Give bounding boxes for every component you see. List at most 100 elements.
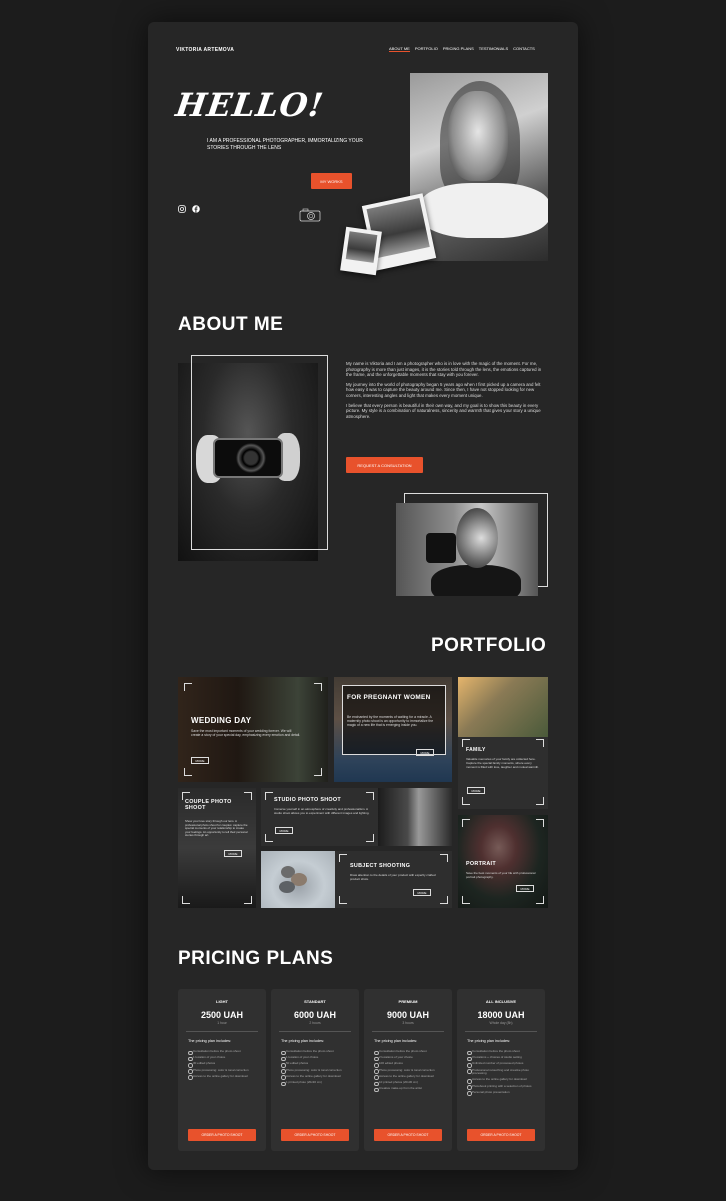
portfolio-pregnant[interactable]: FOR PREGNANT WOMEN Be enchanted by the m… <box>334 677 452 782</box>
about-paragraph: My journey into the world of photography… <box>346 381 541 398</box>
nav-portfolio[interactable]: PORTFOLIO <box>415 46 438 52</box>
portfolio-portrait[interactable]: PORTRAIT Save the best moments of your l… <box>458 815 548 908</box>
divider <box>186 1031 258 1032</box>
plan-feature: 30 edited photos <box>188 1062 258 1068</box>
order-photo-shoot-button[interactable]: ORDER A PHOTO SHOOT <box>467 1129 535 1141</box>
plan-feature: 3 locations + choices of studio setting <box>467 1056 537 1061</box>
plan-duration: 3 hours <box>402 1021 414 1025</box>
plan-feature: Creative make-up from the artist <box>374 1087 444 1092</box>
about-title: ABOUT ME <box>178 314 284 335</box>
pricing-title: PRICING PLANS <box>178 948 334 969</box>
nav-about[interactable]: ABOUT ME <box>389 46 410 52</box>
divider <box>279 1031 351 1032</box>
pregnant-more-button[interactable]: MORE <box>416 749 434 756</box>
plan-price: 6000 UAH <box>293 1010 337 1020</box>
portfolio-subject[interactable]: SUBJECT SHOOTING Draw attention to the d… <box>335 851 452 908</box>
order-photo-shoot-button[interactable]: ORDER A PHOTO SHOOT <box>281 1129 349 1141</box>
plan-all-inclusive: ALL INCLUSIVE 18000 UAH Whole day (8h) T… <box>457 989 545 1151</box>
plan-feature: 50 edited photos <box>281 1062 351 1068</box>
pregnant-title: FOR PREGNANT WOMEN <box>347 694 431 701</box>
family-text: Valuable memories of your family are col… <box>466 757 540 769</box>
plan-feature: Consultation before the photo shoot <box>374 1049 444 1055</box>
portfolio-family-photo <box>458 677 548 737</box>
request-consultation-button[interactable]: REQUEST A CONSULTATION <box>346 457 423 473</box>
hero-title: HELLO! <box>173 86 327 124</box>
plan-feature: Consultation before the photo shoot <box>188 1049 258 1055</box>
wedding-more-button[interactable]: MORE <box>191 757 209 764</box>
portfolio-family[interactable]: FAMILY Valuable memories of your family … <box>458 737 548 809</box>
plan-feature: 10 printed photos (20x30 cm) <box>374 1080 444 1086</box>
plan-feature: Photo processing: color & tonal correcti… <box>281 1068 351 1074</box>
logo[interactable]: VIKTORIA ARTEMOVA <box>176 47 234 53</box>
plan-feature: Professional retouching and creative pho… <box>467 1068 537 1076</box>
portrait-text: Save the best moments of your life with … <box>466 871 536 879</box>
plan-feature: Access to the online gallery for downloa… <box>374 1074 444 1080</box>
main-nav: ABOUT ME PORTFOLIO PRICING PLANS TESTIMO… <box>389 46 535 52</box>
instagram-icon[interactable] <box>178 205 186 213</box>
portfolio-couple[interactable]: COUPLE PHOTO SHOOT Show your love story … <box>178 788 256 908</box>
plan-feature: Unlimited number of processed photos <box>467 1062 537 1068</box>
my-works-button[interactable]: MY WORKS <box>311 173 352 189</box>
couple-more-button[interactable]: MORE <box>224 850 242 857</box>
plan-duration: 1 hour <box>217 1021 227 1025</box>
order-photo-shoot-button[interactable]: ORDER A PHOTO SHOOT <box>188 1129 256 1141</box>
divider <box>465 1031 537 1032</box>
plan-includes-label: The pricing plan includes: <box>467 1039 511 1043</box>
family-more-button[interactable]: MORE <box>467 787 485 794</box>
about-paragraph: My name is Viktoria and I am a photograp… <box>346 361 542 378</box>
facebook-icon[interactable] <box>192 205 200 213</box>
portfolio-wedding[interactable]: WEDDING DAY Save the most important mome… <box>178 677 328 782</box>
plan-feature: Access to the online gallery for downloa… <box>281 1074 351 1080</box>
divider <box>372 1031 444 1032</box>
polaroid-photo-small <box>340 226 382 276</box>
pregnant-text: Be enchanted by the moments of waiting f… <box>347 715 434 728</box>
plan-name: ALL INCLUSIVE <box>485 999 517 1004</box>
plan-feature: Photobook printing with a selection of p… <box>467 1084 537 1090</box>
plan-name: STANDART <box>304 999 326 1004</box>
nav-testimonials[interactable]: TESTIMONIALS <box>479 46 508 52</box>
subject-more-button[interactable]: MORE <box>413 889 431 896</box>
plan-includes-label: The pricing plan includes: <box>281 1039 325 1043</box>
portrait-title: PORTRAIT <box>466 861 496 867</box>
family-title: FAMILY <box>466 747 486 753</box>
plan-price: 9000 UAH <box>386 1010 430 1020</box>
plan-name: LIGHT <box>216 999 228 1004</box>
plan-price: 2500 UAH <box>200 1010 244 1020</box>
plan-price: 18000 UAH <box>477 1010 525 1020</box>
wedding-title: WEDDING DAY <box>191 716 252 725</box>
plan-features: Consultation before the photo shoot 1 lo… <box>188 1049 258 1081</box>
plan-duration: 2 hours <box>309 1021 321 1025</box>
nav-contacts[interactable]: CONTACTS <box>513 46 535 52</box>
about-photo-side <box>396 503 538 596</box>
plan-includes-label: The pricing plan includes: <box>188 1039 232 1043</box>
plan-feature: Access to the online gallery for downloa… <box>188 1074 258 1080</box>
plan-premium: PREMIUM 9000 UAH 3 hours The pricing pla… <box>364 989 452 1151</box>
plan-duration: Whole day (8h) <box>489 1021 513 1025</box>
camera-icon <box>299 208 321 222</box>
portfolio-studio-photo <box>378 788 452 846</box>
hero-subtitle: I AM A PROFESSIONAL PHOTOGRAPHER, IMMORT… <box>207 138 363 151</box>
plan-feature: 100 edited photos <box>374 1062 444 1068</box>
nav-pricing[interactable]: PRICING PLANS <box>443 46 474 52</box>
studio-title: STUDIO PHOTO SHOOT <box>274 797 341 803</box>
portfolio-title: PORTFOLIO <box>431 635 547 656</box>
subject-title: SUBJECT SHOOTING <box>350 863 411 869</box>
about-paragraph: I believe that every person is beautiful… <box>346 402 541 419</box>
order-photo-shoot-button[interactable]: ORDER A PHOTO SHOOT <box>374 1129 442 1141</box>
plan-light: LIGHT 2500 UAH 1 hour The pricing plan i… <box>178 989 266 1151</box>
portrait-more-button[interactable]: MORE <box>516 885 534 892</box>
wedding-text: Save the most important moments of your … <box>191 729 301 738</box>
plan-includes-label: The pricing plan includes: <box>374 1039 418 1043</box>
plan-feature: Photo processing: color & tonal correcti… <box>188 1068 258 1074</box>
plan-features: Consultation before the photo shoot 1 lo… <box>281 1049 351 1087</box>
couple-title: COUPLE PHOTO SHOOT <box>185 799 232 812</box>
plan-feature: 1 printed photo (20x30 cm) <box>281 1080 351 1086</box>
plan-feature: Access to the online gallery for downloa… <box>467 1078 537 1084</box>
plan-features: Consultation before the photo shoot 3 lo… <box>467 1049 537 1097</box>
portfolio-subject-photo <box>261 851 335 908</box>
plan-feature: Personal photo presentation <box>467 1090 537 1096</box>
about-photo-frame <box>191 355 328 550</box>
portfolio-studio[interactable]: STUDIO PHOTO SHOOT Immerse yourself in a… <box>261 788 378 846</box>
social-links <box>178 205 200 213</box>
studio-more-button[interactable]: MORE <box>275 827 293 834</box>
